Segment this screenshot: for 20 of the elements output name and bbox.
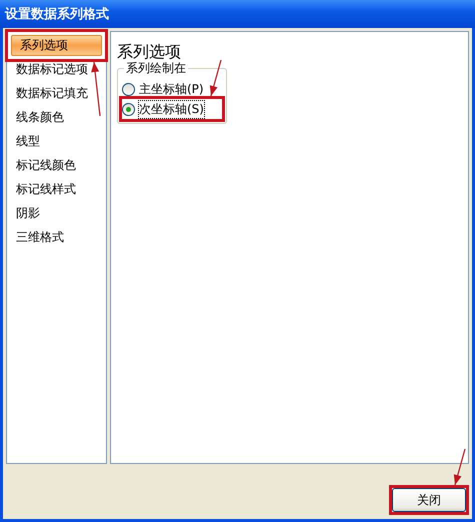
sidebar-item[interactable]: 线型 bbox=[11, 131, 102, 152]
sidebar-item[interactable]: 标记线样式 bbox=[11, 179, 102, 200]
arrow bbox=[91, 62, 101, 116]
sidebar-item[interactable]: 系列选项 bbox=[11, 35, 102, 56]
sidebar-item[interactable]: 三维格式 bbox=[11, 227, 102, 248]
sidebar-item[interactable]: 阴影 bbox=[11, 203, 102, 224]
radio-label: 次坐标轴(S) bbox=[139, 100, 204, 118]
close-button[interactable]: 关闭 bbox=[392, 488, 466, 512]
radio-label: 主坐标轴(P) bbox=[139, 80, 204, 98]
sidebar-item[interactable]: 标记线颜色 bbox=[11, 155, 102, 176]
sidebar-item[interactable]: 数据标记填充 bbox=[11, 83, 102, 104]
radio-button[interactable] bbox=[122, 82, 135, 96]
panel-heading: 系列选项 bbox=[117, 42, 182, 62]
sidebar-item[interactable]: 线条颜色 bbox=[11, 107, 102, 128]
arrow bbox=[210, 60, 222, 96]
window-title: 设置数据系列格式 bbox=[5, 6, 109, 23]
radio-button[interactable] bbox=[122, 102, 135, 116]
group-title: 系列绘制在 bbox=[124, 61, 188, 75]
sidebar-item[interactable]: 数据标记选项 bbox=[11, 59, 102, 80]
arrow bbox=[454, 448, 466, 486]
